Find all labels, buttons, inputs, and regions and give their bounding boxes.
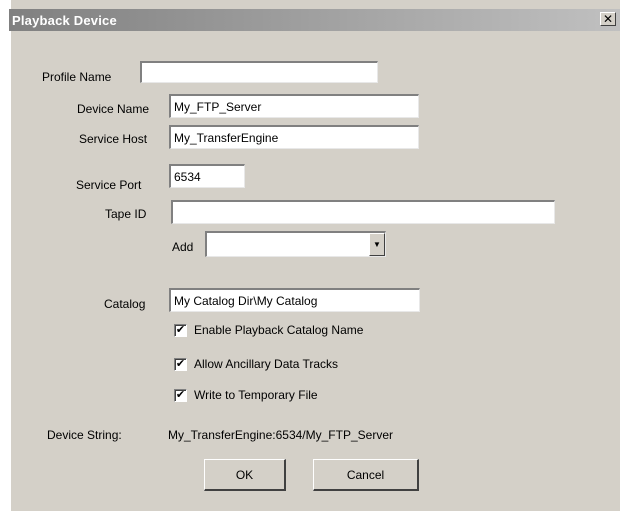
checkbox-label: Allow Ancillary Data Tracks [194, 357, 339, 371]
checkmark-icon: ✔ [175, 357, 186, 370]
profile-name-input[interactable] [145, 65, 374, 80]
service-host-label: Service Host [79, 132, 148, 146]
checkmark-icon: ✔ [175, 388, 186, 401]
profile-name-field[interactable] [140, 61, 378, 83]
window-title: Playback Device [12, 12, 117, 28]
ok-button[interactable]: OK [204, 459, 286, 491]
service-port-value: 6534 [174, 169, 201, 184]
checkbox-label: Enable Playback Catalog Name [194, 323, 364, 337]
device-name-value: My_FTP_Server [174, 99, 262, 114]
title-bar[interactable]: Playback Device ✕ [9, 9, 620, 31]
service-host-field[interactable]: My_TransferEngine [169, 125, 419, 149]
add-dropdown[interactable]: ▼ [205, 231, 386, 257]
close-icon: ✕ [602, 12, 614, 26]
catalog-field[interactable]: My Catalog Dir\My Catalog [169, 288, 420, 312]
add-label: Add [172, 240, 194, 254]
checkmark-icon: ✔ [175, 323, 186, 336]
write-temporary-file-checkbox[interactable]: ✔ Write to Temporary File [174, 388, 318, 402]
checkbox-box[interactable]: ✔ [174, 357, 187, 371]
device-string-label: Device String: [47, 428, 122, 442]
cancel-button[interactable]: Cancel [313, 459, 419, 491]
allow-ancillary-data-checkbox[interactable]: ✔ Allow Ancillary Data Tracks [174, 357, 338, 371]
device-name-field[interactable]: My_FTP_Server [169, 94, 419, 118]
catalog-label: Catalog [104, 297, 146, 311]
device-name-label: Device Name [77, 102, 150, 116]
dropdown-arrow-button[interactable]: ▼ [369, 233, 385, 256]
checkbox-label: Write to Temporary File [194, 388, 318, 402]
chevron-down-icon: ▼ [373, 240, 381, 249]
checkbox-box[interactable]: ✔ [174, 388, 187, 402]
service-port-field[interactable]: 6534 [169, 164, 245, 188]
tape-id-label: Tape ID [105, 207, 147, 221]
tape-id-field[interactable] [171, 200, 555, 224]
profile-name-label: Profile Name [42, 70, 112, 84]
checkbox-box[interactable]: ✔ [174, 323, 187, 337]
enable-playback-catalog-checkbox[interactable]: ✔ Enable Playback Catalog Name [174, 323, 363, 337]
device-string-value: My_TransferEngine:6534/My_FTP_Server [168, 428, 393, 442]
close-button[interactable]: ✕ [600, 12, 616, 26]
service-host-value: My_TransferEngine [174, 130, 279, 145]
catalog-value: My Catalog Dir\My Catalog [174, 293, 318, 308]
window-border [0, 0, 9, 511]
service-port-label: Service Port [76, 178, 142, 192]
